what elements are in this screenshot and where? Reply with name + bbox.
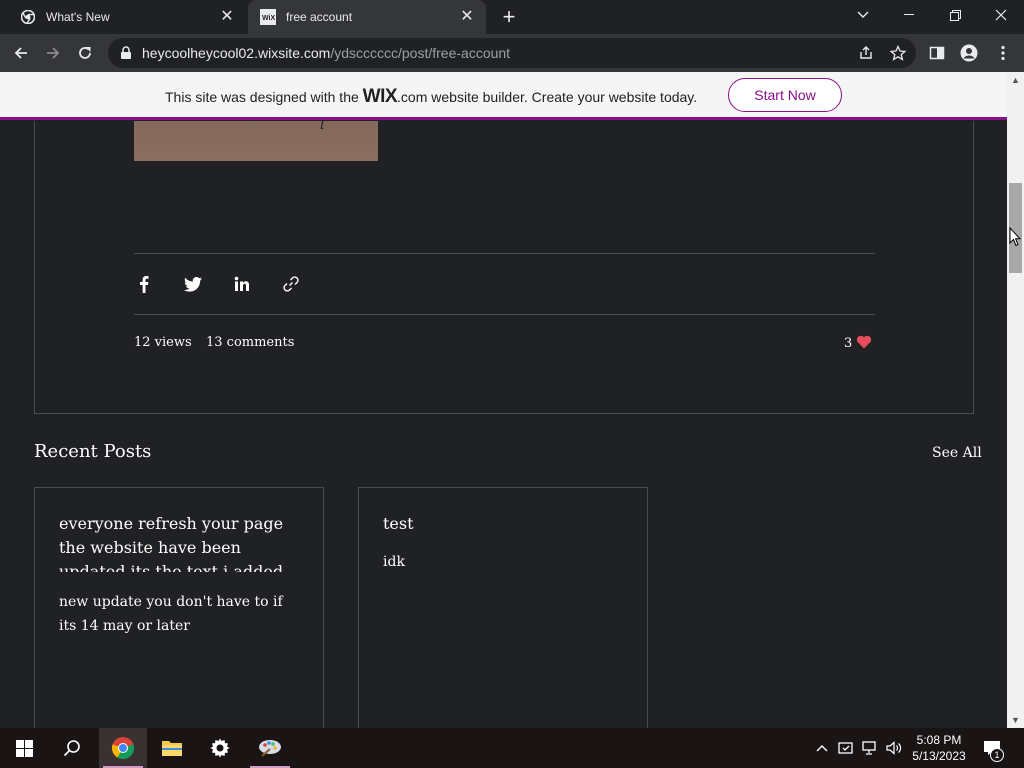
copy-link-icon[interactable]	[281, 274, 301, 294]
tab-strip: What's New ✕ WiX free account ✕ +	[0, 0, 1024, 34]
page-content: l 12 views 13 comments 3 Recent Posts Se…	[0, 121, 1007, 728]
profile-icon[interactable]	[954, 38, 984, 68]
settings-gear-icon[interactable]	[196, 728, 244, 768]
banner-text-after: .com website builder. Create your websit…	[397, 89, 698, 105]
search-icon[interactable]	[48, 728, 96, 768]
show-hidden-icons-chevron-icon[interactable]	[812, 738, 832, 758]
windows-taskbar: 5:08 PM 5/13/2023 1	[0, 728, 1024, 768]
paint-app-icon[interactable]	[246, 728, 294, 768]
recent-post-title[interactable]: everyone refresh your page the website h…	[59, 512, 299, 572]
clock-time: 5:08 PM	[916, 733, 962, 747]
recent-post-excerpt: new update you don't have to if its 14 m…	[59, 594, 283, 634]
tab-whats-new[interactable]: What's New ✕	[8, 0, 246, 34]
recent-post-excerpt: idk	[383, 554, 405, 570]
divider	[134, 314, 875, 315]
see-all-link[interactable]: See All	[932, 445, 982, 461]
likes-count: 3	[844, 336, 853, 351]
tab-free-account[interactable]: WiX free account ✕	[248, 0, 486, 34]
network-icon[interactable]	[860, 738, 880, 758]
svg-text:WiX: WiX	[262, 15, 275, 22]
notification-badge: 1	[990, 748, 1004, 762]
restore-button[interactable]	[932, 0, 978, 30]
forward-button[interactable]	[38, 38, 68, 68]
share-page-icon[interactable]	[858, 45, 874, 66]
browser-toolbar: heycoolheycool02.wixsite.com/ydscccccc/p…	[0, 34, 1024, 72]
file-explorer-icon[interactable]	[148, 728, 196, 768]
back-button[interactable]	[6, 38, 36, 68]
start-now-button[interactable]: Start Now	[728, 78, 842, 112]
minimize-button[interactable]	[886, 0, 932, 30]
close-tab-icon[interactable]: ✕	[218, 8, 236, 26]
bookmark-star-icon[interactable]	[889, 44, 907, 66]
comments-count[interactable]: 13 comments	[206, 335, 294, 350]
side-panel-icon[interactable]	[922, 38, 952, 68]
banner-text: This site was designed with the WIX.com …	[165, 86, 697, 108]
url-host: heycoolheycool02.wixsite.com	[142, 45, 331, 61]
post-image-text: l	[320, 121, 325, 133]
heart-like-icon[interactable]	[856, 335, 872, 354]
security-icon[interactable]	[836, 738, 856, 758]
start-button[interactable]	[0, 728, 48, 768]
recent-post-card[interactable]: everyone refresh your page the website h…	[34, 487, 324, 728]
banner-text-before: This site was designed with the	[165, 89, 363, 105]
reload-button[interactable]	[70, 38, 100, 68]
tab-title: What's New	[46, 10, 110, 24]
views-count: 12 views	[134, 335, 192, 350]
linkedin-share-icon[interactable]	[232, 274, 252, 294]
facebook-share-icon[interactable]	[134, 274, 154, 294]
close-window-button[interactable]	[978, 0, 1024, 30]
page-scrollbar[interactable]: ▲ ▼	[1007, 72, 1024, 728]
clock-date: 5/13/2023	[912, 749, 966, 763]
scroll-up-arrow-icon[interactable]: ▲	[1007, 72, 1024, 88]
lock-icon[interactable]	[120, 46, 132, 65]
recent-post-card[interactable]: test idk	[358, 487, 648, 728]
url-path: /ydscccccc/post/free-account	[330, 45, 511, 61]
scroll-down-arrow-icon[interactable]: ▼	[1007, 712, 1024, 728]
url-text: heycoolheycool02.wixsite.com/ydscccccc/p…	[142, 45, 510, 61]
wix-promo-banner: This site was designed with the WIX.com …	[0, 72, 1007, 120]
wix-logo[interactable]: WIX	[363, 86, 398, 107]
more-menu-icon[interactable]	[988, 38, 1018, 68]
chrome-icon	[20, 9, 36, 25]
taskbar-clock[interactable]: 5:08 PM 5/13/2023	[906, 732, 972, 764]
volume-icon[interactable]	[884, 738, 904, 758]
post-card: l 12 views 13 comments 3	[34, 121, 974, 414]
tab-title: free account	[286, 10, 353, 24]
mouse-cursor-icon	[1009, 226, 1022, 252]
twitter-share-icon[interactable]	[183, 274, 203, 294]
recent-posts-heading: Recent Posts	[34, 441, 152, 462]
new-tab-button[interactable]: +	[498, 6, 520, 28]
post-image[interactable]: l	[134, 121, 378, 161]
wix-favicon-icon: WiX	[260, 9, 276, 25]
divider	[134, 253, 875, 254]
close-tab-icon[interactable]: ✕	[458, 8, 476, 26]
address-bar[interactable]: heycoolheycool02.wixsite.com/ydscccccc/p…	[108, 38, 916, 68]
tab-search-icon[interactable]	[840, 0, 886, 30]
chrome-taskbar-icon[interactable]	[99, 728, 147, 768]
